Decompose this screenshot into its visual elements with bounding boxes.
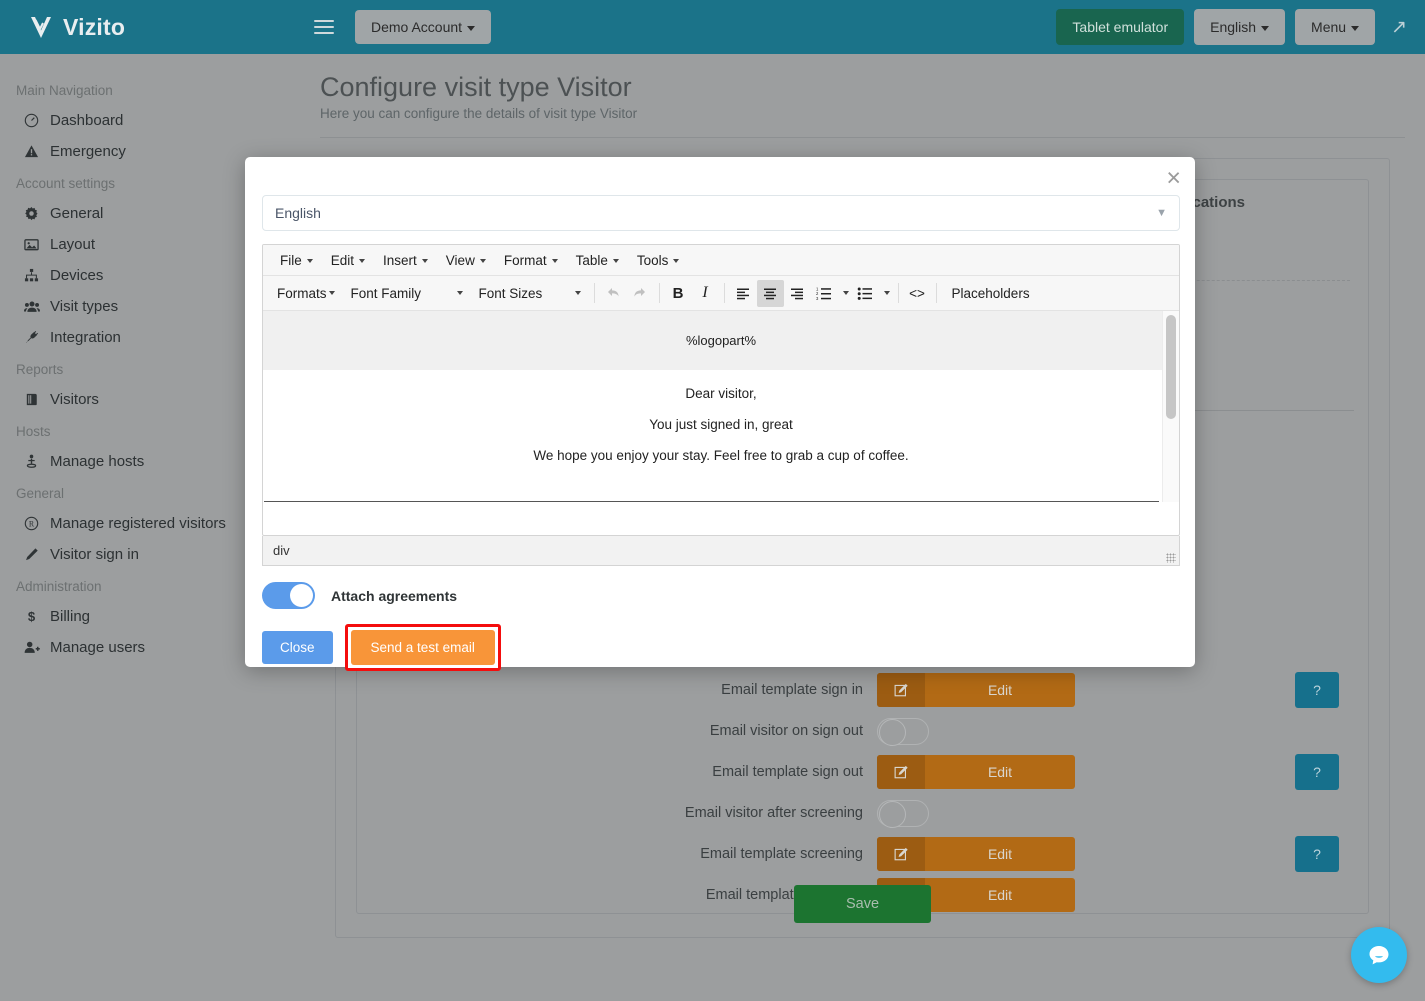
- template-language-select[interactable]: English ▼: [262, 195, 1180, 231]
- editor-content-area[interactable]: %logopart% Dear visitor, You just signed…: [263, 311, 1179, 502]
- source-code-icon[interactable]: <>: [904, 280, 931, 307]
- chevron-down-icon: [575, 291, 581, 295]
- menu-edit[interactable]: Edit: [322, 250, 374, 271]
- editor-paragraph: You just signed in, great: [263, 417, 1179, 432]
- font-family-label: Font Family: [351, 286, 422, 301]
- chevron-down-icon: [457, 291, 463, 295]
- italic-label: I: [702, 284, 707, 302]
- logo-placeholder-block: %logopart%: [263, 311, 1179, 370]
- editor-scrollbar[interactable]: [1162, 311, 1179, 502]
- numbered-list-dropdown[interactable]: [838, 280, 852, 307]
- source-code-label: <>: [909, 286, 925, 301]
- font-sizes-label: Font Sizes: [479, 286, 543, 301]
- editor-element-path[interactable]: div: [273, 543, 290, 558]
- editor-statusbar: div: [262, 536, 1180, 566]
- redo-arrow-icon[interactable]: [627, 280, 654, 307]
- bold-button[interactable]: B: [665, 280, 692, 307]
- resize-grip-icon[interactable]: [1166, 553, 1176, 563]
- toolbar-separator: [898, 283, 899, 303]
- send-test-email-button[interactable]: Send a test email: [351, 630, 495, 665]
- undo-arrow-icon[interactable]: [600, 280, 627, 307]
- chevron-down-icon: [307, 259, 313, 263]
- font-family-dropdown[interactable]: Font Family: [343, 280, 471, 307]
- editor-scrollbar-thumb[interactable]: [1166, 315, 1176, 419]
- attach-agreements-label: Attach agreements: [331, 588, 457, 604]
- chevron-down-icon: [843, 291, 849, 295]
- editor-toolbar: Formats Font Family Font Sizes B: [263, 276, 1179, 311]
- toolbar-separator: [659, 283, 660, 303]
- toolbar-separator: [594, 283, 595, 303]
- menu-view[interactable]: View: [437, 250, 495, 271]
- modal-footer-buttons: Close Send a test email: [262, 624, 501, 671]
- numbered-list-icon[interactable]: 1 2 3: [811, 280, 838, 307]
- formats-label: Formats: [277, 286, 327, 301]
- send-test-email-highlight: Send a test email: [345, 624, 501, 671]
- template-language-value: English: [275, 205, 321, 221]
- chevron-down-icon: [613, 259, 619, 263]
- menu-tools[interactable]: Tools: [628, 250, 689, 271]
- formats-dropdown[interactable]: Formats: [269, 280, 343, 307]
- editor-menubar: FileEditInsertViewFormatTableTools: [263, 245, 1179, 276]
- editor-horizontal-rule: [264, 501, 1159, 502]
- placeholders-button[interactable]: Placeholders: [942, 286, 1040, 301]
- toolbar-separator: [936, 283, 937, 303]
- chevron-down-icon: [673, 259, 679, 263]
- menu-insert[interactable]: Insert: [374, 250, 437, 271]
- svg-text:3: 3: [816, 296, 819, 301]
- rich-text-editor: FileEditInsertViewFormatTableTools Forma…: [262, 244, 1180, 536]
- chevron-down-icon: [884, 291, 890, 295]
- bold-label: B: [673, 285, 684, 302]
- chevron-down-icon: [359, 259, 365, 263]
- close-icon[interactable]: ×: [1166, 166, 1181, 191]
- editor-paragraph: We hope you enjoy your stay. Feel free t…: [263, 448, 1179, 463]
- email-template-modal: × English ▼ FileEditInsertViewFormatTabl…: [245, 157, 1195, 667]
- chevron-down-icon: [329, 291, 335, 295]
- align-left-icon[interactable]: [730, 280, 757, 307]
- menu-format[interactable]: Format: [495, 250, 567, 271]
- chevron-down-icon: [480, 259, 486, 263]
- attach-agreements-toggle[interactable]: [262, 582, 315, 609]
- chevron-down-icon: ▼: [1156, 207, 1167, 219]
- chevron-down-icon: [552, 259, 558, 263]
- menu-table[interactable]: Table: [567, 250, 628, 271]
- align-center-icon[interactable]: [757, 280, 784, 307]
- toolbar-separator: [724, 283, 725, 303]
- attach-agreements-row: Attach agreements: [262, 582, 457, 609]
- app-root: Vizito Demo Account Tablet emulator Engl…: [0, 0, 1425, 1001]
- editor-paragraph: Dear visitor,: [263, 386, 1179, 401]
- menu-file[interactable]: File: [271, 250, 322, 271]
- chevron-down-icon: [422, 259, 428, 263]
- align-right-icon[interactable]: [784, 280, 811, 307]
- font-sizes-dropdown[interactable]: Font Sizes: [471, 280, 589, 307]
- bullet-list-dropdown[interactable]: [879, 280, 893, 307]
- bullet-list-icon[interactable]: [852, 280, 879, 307]
- italic-button[interactable]: I: [692, 280, 719, 307]
- close-button[interactable]: Close: [262, 631, 333, 664]
